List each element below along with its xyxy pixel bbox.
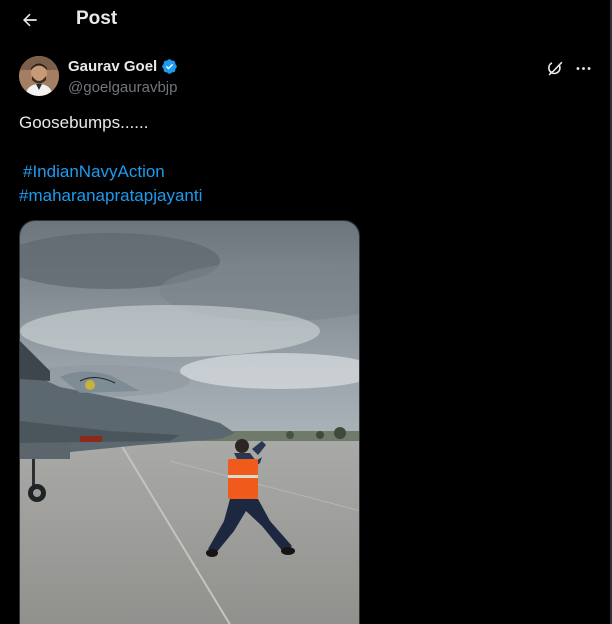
page-title: Post [76,8,118,29]
more-horizontal-icon [576,66,590,70]
grok-button[interactable] [544,57,566,79]
verified-badge-icon [161,58,178,75]
post-text: Goosebumps...... [19,113,149,132]
author-name-row: Gaurav Goel [68,58,178,75]
author-handle[interactable]: @goelgauravbjp [68,79,177,96]
hashtag-link[interactable]: #maharanapratapjayanti [19,186,202,206]
back-button[interactable] [16,6,44,34]
grok-icon [547,61,562,75]
more-options-button[interactable] [572,57,594,79]
hashtag-link[interactable]: #IndianNavyAction [23,162,165,182]
video-player[interactable] [19,220,360,624]
author-name[interactable]: Gaurav Goel [68,58,157,75]
arrow-left-icon [23,13,37,27]
post-page: Post Gaurav Goel @goelgauravbjp Goosebum… [0,0,612,624]
avatar[interactable] [19,56,59,96]
top-bar: Post [0,0,610,40]
video-frame [20,221,359,624]
